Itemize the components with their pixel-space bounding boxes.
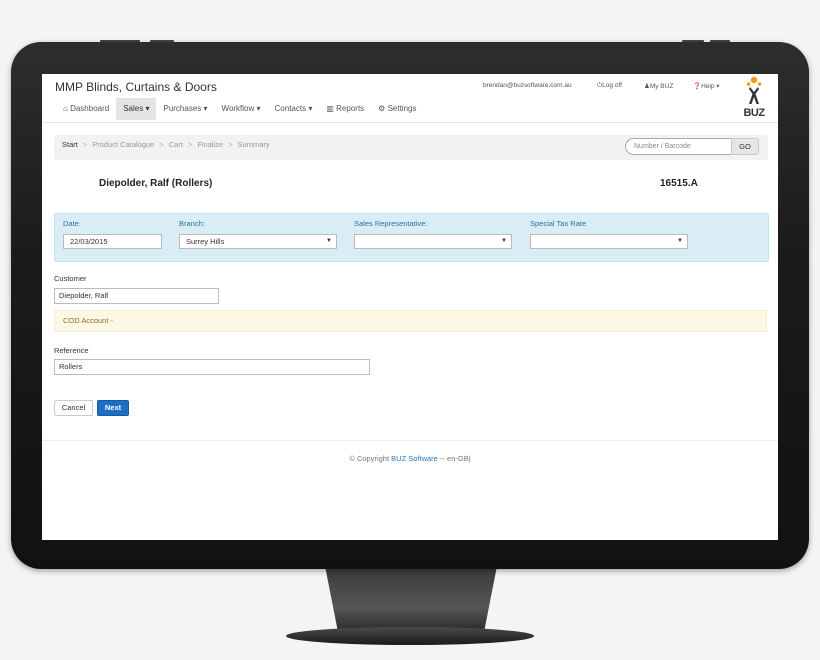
order-number: 16515.A (660, 178, 698, 189)
date-label: Date: (63, 219, 81, 228)
home-icon: ⌂ (63, 104, 68, 113)
caret-down-icon: ▾ (256, 104, 261, 113)
cod-account-notice: COD Account - (54, 310, 767, 332)
chevron-right-icon: > (187, 140, 193, 149)
top-navbar: MMP Blinds, Curtains & Doors brendan@buz… (42, 74, 778, 123)
breadcrumb-cart[interactable]: Cart (169, 140, 183, 149)
nav-dashboard[interactable]: ⌂ Dashboard (56, 98, 116, 120)
date-field[interactable]: 22/03/2015 (63, 234, 162, 249)
nav-settings[interactable]: ⚙ Settings (371, 98, 423, 120)
nav-contacts[interactable]: Contacts ▾ (268, 98, 320, 120)
breadcrumb: Start > Product Catalogue > Cart > Finalize > Su… (62, 135, 270, 160)
branch-select[interactable]: Surrey Hills ▼ (179, 234, 337, 249)
mybuz-link[interactable]: ♟My BUZ (644, 82, 673, 90)
breadcrumb-finalize[interactable]: Finalize (197, 140, 223, 149)
nav-sales[interactable]: Sales ▾ (116, 98, 157, 120)
logoff-link[interactable]: ⏻Log off (597, 82, 622, 90)
customer-field[interactable]: Diepolder, Ralf (54, 288, 219, 304)
buz-figure-icon (746, 76, 762, 104)
order-title: Diepolder, Ralf (Rollers) (99, 178, 213, 189)
company-name[interactable]: MMP Blinds, Curtains & Doors (55, 80, 217, 94)
breadcrumb-start[interactable]: Start (62, 140, 78, 149)
app-screen: MMP Blinds, Curtains & Doors brendan@buz… (42, 74, 778, 540)
next-button[interactable]: Next (97, 400, 129, 416)
question-icon: ❓ (693, 83, 702, 90)
caret-down-icon: ▾ (308, 104, 313, 113)
user-email[interactable]: brendan@buzsoftware.com.au (483, 82, 572, 89)
dropdown-arrow-icon: ▼ (501, 238, 507, 244)
reference-label: Reference (54, 346, 89, 355)
barcode-search: Number / Barcode GO (625, 138, 760, 155)
footer: © Copyright BUZ Software -- en-GB| (349, 454, 471, 463)
tax-rate-label: Special Tax Rate (530, 219, 587, 228)
chevron-right-icon: > (82, 140, 88, 149)
caret-down-icon: ▾ (145, 104, 150, 113)
caret-down-icon: ▾ (203, 104, 208, 113)
breadcrumb-summary[interactable]: Summary (238, 140, 270, 149)
go-button[interactable]: GO (731, 138, 759, 155)
cancel-button[interactable]: Cancel (54, 400, 93, 416)
chevron-down-icon: ▾ (714, 83, 720, 90)
reference-field[interactable]: Rollers (54, 359, 370, 375)
branch-label: Branch: (179, 219, 205, 228)
dropdown-arrow-icon: ▼ (677, 238, 683, 244)
dropdown-arrow-icon: ▼ (326, 238, 332, 244)
buz-logo[interactable]: BUZ (740, 76, 768, 120)
help-menu[interactable]: ❓Help ▾ (693, 82, 720, 90)
tax-rate-select[interactable]: ▼ (530, 234, 688, 249)
chevron-right-icon: > (159, 140, 164, 149)
nav-purchases[interactable]: Purchases ▾ (156, 98, 214, 120)
breadcrumb-product-catalogue[interactable]: Product Catalogue (92, 140, 154, 149)
gears-icon: ⚙ (378, 104, 386, 113)
barcode-input[interactable]: Number / Barcode (625, 138, 738, 155)
monitor-stand (325, 566, 497, 636)
monitor-stand-base (286, 627, 534, 645)
nav-reports[interactable]: ▥ Reports (319, 98, 371, 120)
customer-label: Customer (54, 274, 87, 283)
nav-workflow[interactable]: Workflow ▾ (215, 98, 268, 120)
sales-rep-select[interactable]: ▼ (354, 234, 512, 249)
sales-rep-label: Sales Representative: (354, 219, 428, 228)
main-nav: ⌂ Dashboard Sales ▾ Purchases ▾ Workflow… (56, 98, 423, 120)
buz-software-link[interactable]: BUZ Software (391, 454, 438, 463)
order-header-panel: Date: 22/03/2015 Branch: Surrey Hills ▼ S… (54, 213, 769, 262)
chevron-right-icon: > (228, 140, 233, 149)
breadcrumb-bar: Start > Product Catalogue > Cart > Finalize > Su… (54, 135, 768, 160)
footer-divider (42, 440, 778, 441)
chart-icon: ▥ (326, 104, 334, 113)
